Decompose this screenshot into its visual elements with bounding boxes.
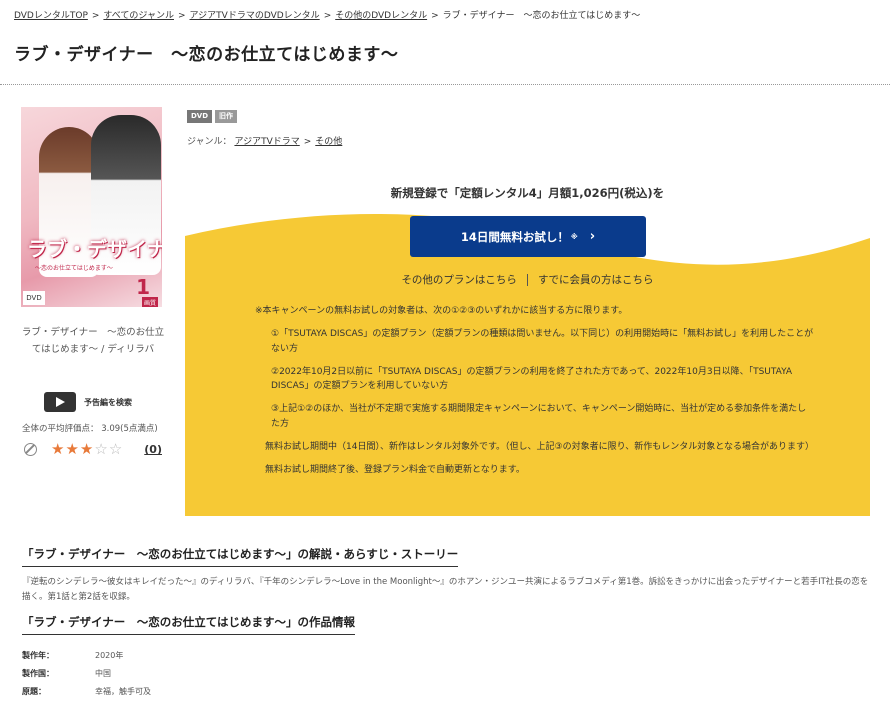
member-login-link[interactable]: すでに会員の方はこちら [538,274,654,286]
trailer-search-button[interactable]: 予告編を検索 [44,392,132,412]
link-divider [526,274,528,286]
cover-logo: ラブ・デザイナー [27,237,162,261]
chevron-right-icon: › [589,229,596,244]
cover-image[interactable]: ラブ・デザイナー ～恋のお仕立てはじめます～ 1 DVD 画質 [21,107,162,307]
star-rating[interactable]: ★ ★ ★ ☆ ☆ [51,442,122,457]
info-row-original-title: 原題： 幸福，触手可及 [22,682,151,700]
average-rating: 全体の平均評価点： 3.09(5点満点) [22,424,158,434]
star-outline-icon[interactable]: ☆ [109,442,122,457]
page-title: ラブ・デザイナー ～恋のお仕立てはじめます～ [14,45,399,65]
plan-links: その他のプランはこちら すでに会員の方はこちら [185,272,870,287]
info-value: 2020年 [95,650,124,660]
info-value: 幸福，触手可及 [95,686,151,696]
terms-note: 無料お試し期間終了後、登録プラン料金で自動更新となります。 [265,464,525,475]
terms-item: ③上記①②のほか、当社が不定期で実施する期間限定キャンペーンにおいて、キャンペー… [271,404,807,430]
cover-hint: 画質 [141,297,158,307]
story-heading: 「ラブ・デザイナー ～恋のお仕立てはじめます～」の解説・あらすじ・ストーリー [22,546,459,567]
star-icon[interactable]: ★ [51,442,64,457]
cover-caption: ラブ・デザイナー ～恋のお仕立てはじめます～ / ディリラバ [21,327,165,355]
not-interested-icon[interactable] [24,443,37,456]
genre-other[interactable]: その他 [315,137,342,147]
free-trial-note-mark: ※ [570,232,578,241]
work-info-heading: 「ラブ・デザイナー ～恋のお仕立てはじめます～」の作品情報 [22,614,356,635]
free-trial-button[interactable]: 14日間無料お試し！ ※ › [410,216,646,257]
breadcrumb: DVDレンタルTOP > すべてのジャンル > アジアTVドラマのDVDレンタル > その他… [14,8,640,21]
title-divider [0,84,890,85]
genre-path: ジャンル： アジアTVドラマ > その他 [187,134,342,147]
star-icon[interactable]: ★ [80,442,93,457]
info-row-country: 製作国： 中国 [22,664,151,682]
work-info-table: 製作年： 2020年 製作国： 中国 原題： 幸福，触手可及 [22,646,151,700]
terms-item: ①「TSUTAYA DISCAS」の定額プラン（定額プランの種類は問いません。以… [271,328,814,354]
cover-subtitle: ～恋のお仕立てはじめます～ [35,265,113,272]
breadcrumb-separator: > [177,11,186,21]
breadcrumb-separator: > [91,11,100,21]
review-count-link[interactable]: (0) [144,443,162,456]
promo-headline: 新規登録で「定額レンタル4」月額1,026円(税込)を [390,186,665,200]
terms-lead: ※本キャンペーンの無料お試しの対象者は、次の①②③のいずれかに該当する方に限りま… [255,306,628,316]
terms-item: ②2022年10月2日以前に「TSUTAYA DISCAS」の定額プランの利用を… [271,366,793,392]
star-outline-icon[interactable]: ☆ [94,442,107,457]
play-icon [44,392,76,412]
breadcrumb-asia-tv-drama[interactable]: アジアTVドラマのDVDレンタル [190,11,320,21]
info-row-year: 製作年： 2020年 [22,646,151,664]
breadcrumb-current: ラブ・デザイナー ～恋のお仕立てはじめます～ [442,11,641,21]
tag-old-release: 旧作 [215,110,238,123]
genre-separator: > [303,137,312,147]
other-plans-link[interactable]: その他のプランはこちら [401,274,517,286]
trailer-label: 予告編を検索 [84,397,132,407]
cover-volume: 1 [136,275,150,299]
terms-note: 無料お試し期間中（14日間）、新作はレンタル対象外です。（但し、上記③の対象者に… [265,441,814,452]
breadcrumb-dvd-top[interactable]: DVDレンタルTOP [14,11,88,21]
breadcrumb-separator: > [323,11,332,21]
rating-row: ★ ★ ★ ☆ ☆ (0) [24,442,162,457]
cover-dvd-badge: DVD [23,291,45,305]
info-key: 製作年： [22,650,54,660]
format-tags: DVD 旧作 [187,110,238,123]
genre-asia-tv-drama[interactable]: アジアTVドラマ [234,137,299,147]
breadcrumb-separator: > [431,11,439,21]
story-text: 『逆転のシンデレラ～彼女はキレイだった～』のディリラバ、『千年のシンデレラ～Lo… [22,577,869,602]
breadcrumb-other[interactable]: その他のDVDレンタル [335,11,427,21]
breadcrumb-all-genres[interactable]: すべてのジャンル [103,11,174,21]
campaign-terms: ※本キャンペーンの無料お試しの対象者は、次の①②③のいずれかに該当する方に限りま… [255,304,815,486]
info-key: 原題： [22,686,46,696]
info-value: 中国 [95,668,111,678]
free-trial-label: 14日間無料お試し！ [460,229,569,244]
info-key: 製作国： [22,668,54,678]
star-icon[interactable]: ★ [65,442,78,457]
genre-label: ジャンル： [187,137,232,147]
tag-dvd: DVD [187,110,213,123]
